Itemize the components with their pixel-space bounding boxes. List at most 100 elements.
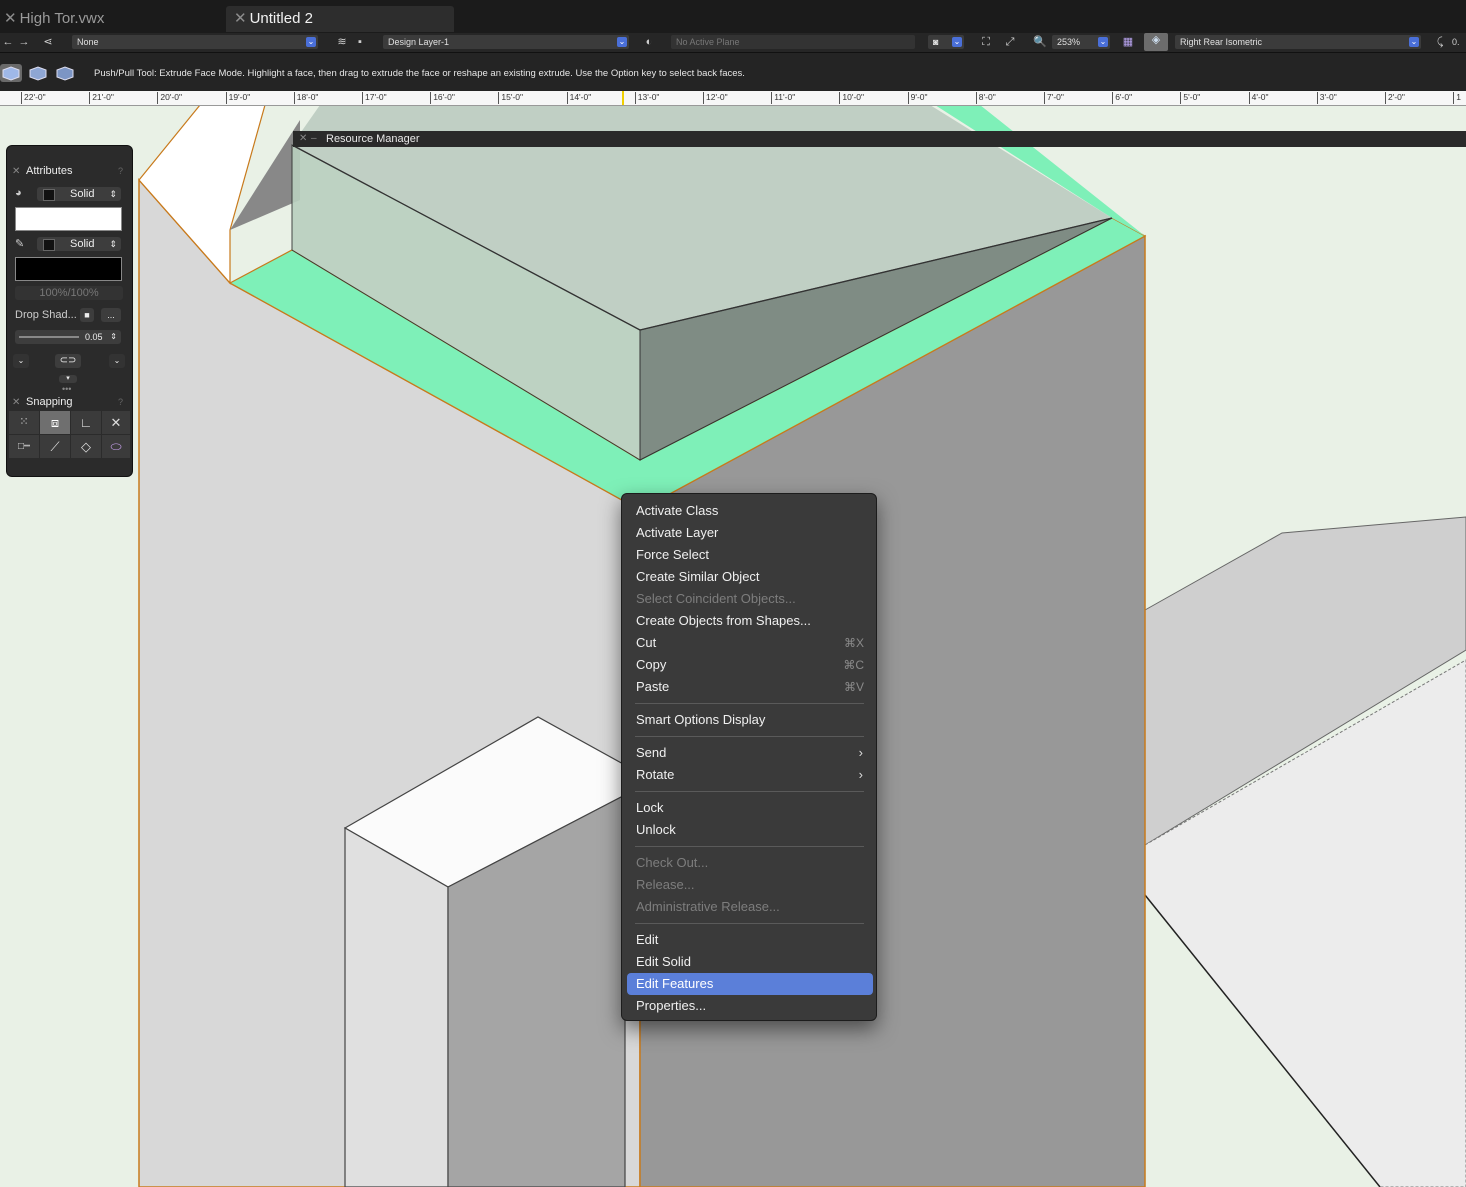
flyover-icon[interactable]: ⤹ bbox=[1432, 35, 1448, 49]
class-dropdown[interactable]: None ⌄ bbox=[72, 35, 318, 49]
menu-item-activate-layer[interactable]: Activate Layer bbox=[627, 522, 873, 544]
snap-to-object-icon[interactable]: ⧈ bbox=[40, 411, 70, 434]
active-plane-dropdown[interactable]: No Active Plane bbox=[671, 35, 915, 49]
context-menu: Activate Class Activate Layer Force Select… bbox=[621, 493, 877, 1021]
view-value: Right Rear Isometric bbox=[1180, 37, 1263, 47]
attributes-palette: ✕ Attributes ? ◕ Solid ⇕ ✎ Solid ⇕ 100%/… bbox=[7, 146, 132, 476]
working-plane-icon[interactable]: ▦ bbox=[1120, 35, 1136, 49]
snap-to-tangent-icon[interactable]: ◇ bbox=[71, 435, 101, 458]
attributes-title: Attributes bbox=[26, 165, 73, 177]
close-tab-icon[interactable]: ✕ bbox=[234, 7, 247, 31]
plane-icon[interactable]: ◐ bbox=[641, 35, 657, 49]
close-icon[interactable]: ✕ bbox=[12, 397, 20, 408]
menu-item-label: Select Coincident Objects... bbox=[636, 591, 796, 606]
tab-untitled-2[interactable]: ✕ Untitled 2 bbox=[226, 6, 454, 32]
snap-to-surface-icon[interactable]: ⬭ bbox=[102, 435, 130, 458]
horizontal-ruler[interactable]: 22'-0" 21'-0" 20'-0" 19'-0" 18'-0" 17'-0" 16'-… bbox=[0, 91, 1466, 106]
menu-item-force-select[interactable]: Force Select bbox=[627, 544, 873, 566]
extrude-face-mode-button[interactable] bbox=[0, 64, 22, 82]
tab-high-tor[interactable]: ✕ High Tor.vwx bbox=[4, 6, 104, 32]
fill-style-select[interactable]: Solid ⇕ bbox=[37, 187, 121, 201]
menu-item-administrative-release: Administrative Release... bbox=[627, 896, 873, 918]
ruler-label: 3'-0" bbox=[1316, 92, 1337, 104]
menu-item-activate-class[interactable]: Activate Class bbox=[627, 500, 873, 522]
drop-shadow-toggle[interactable]: ■ bbox=[80, 308, 94, 322]
help-icon[interactable]: ? bbox=[118, 397, 123, 407]
menu-item-cut[interactable]: Cut ⌘X bbox=[627, 632, 873, 654]
layer-options-icon[interactable]: ▪ bbox=[352, 35, 368, 49]
zoom-icon[interactable]: 🔍 bbox=[1032, 35, 1048, 49]
chevron-right-icon: › bbox=[858, 745, 863, 760]
ruler-label: 6'-0" bbox=[1112, 92, 1132, 104]
camera-icon: ◙ bbox=[933, 37, 939, 47]
menu-item-edit-features[interactable]: Edit Features bbox=[627, 973, 873, 995]
fit-to-objects-icon[interactable]: ⛶ bbox=[978, 35, 994, 49]
menu-item-smart-options-display[interactable]: Smart Options Display bbox=[627, 709, 873, 731]
menu-item-lock[interactable]: Lock bbox=[627, 797, 873, 819]
menu-item-label: Release... bbox=[636, 877, 695, 892]
ruler-label: 10'-0" bbox=[839, 92, 864, 104]
ruler-label: 18'-0" bbox=[293, 92, 318, 104]
close-icon[interactable]: ✕ bbox=[299, 131, 307, 147]
view-bar: ← → ⋖ None ⌄ ≋ ▪ Design Layer-1 ⌄ ◐ No A… bbox=[0, 33, 1466, 53]
smart-edge-icon[interactable]: ⟋ bbox=[40, 435, 70, 458]
sub-face-mode-button[interactable] bbox=[27, 64, 49, 82]
resource-manager-palette[interactable]: ✕ – Resource Manager bbox=[293, 131, 1466, 147]
fit-to-page-icon[interactable]: ⤢ bbox=[1002, 35, 1018, 49]
fill-color-swatch[interactable] bbox=[15, 207, 122, 231]
palette-title: Resource Manager bbox=[326, 133, 420, 145]
tab-label: Untitled 2 bbox=[249, 10, 313, 27]
menu-item-properties[interactable]: Properties... bbox=[627, 995, 873, 1017]
fill-style-value: Solid bbox=[70, 188, 95, 200]
forward-arrow-icon[interactable]: → bbox=[16, 35, 32, 49]
menu-item-create-objects-from-shapes[interactable]: Create Objects from Shapes... bbox=[627, 610, 873, 632]
chevron-down-icon: ⌄ bbox=[617, 37, 627, 47]
menu-separator bbox=[635, 791, 864, 792]
menu-item-label: Copy bbox=[636, 657, 667, 672]
menu-item-unlock[interactable]: Unlock bbox=[627, 819, 873, 841]
snap-to-angle-icon[interactable]: ∟ bbox=[71, 411, 101, 434]
back-arrow-icon[interactable]: ← bbox=[0, 35, 16, 49]
close-tab-icon[interactable]: ✕ bbox=[4, 7, 17, 31]
menu-item-create-similar-object[interactable]: Create Similar Object bbox=[627, 566, 873, 588]
class-value: None bbox=[77, 37, 99, 47]
snap-to-intersection-icon[interactable]: ✕ bbox=[102, 411, 130, 434]
snap-to-grid-icon[interactable]: ⁙ bbox=[9, 411, 39, 434]
layers-icon[interactable]: ≋ bbox=[334, 35, 350, 49]
pen-style-select[interactable]: Solid ⇕ bbox=[37, 237, 121, 251]
expand-icon[interactable]: ▾ bbox=[59, 375, 77, 383]
close-icon[interactable]: ✕ bbox=[12, 166, 20, 177]
menu-item-paste[interactable]: Paste ⌘V bbox=[627, 676, 873, 698]
standard-views-icon[interactable]: ◈ bbox=[1144, 33, 1168, 51]
thickness-slider[interactable]: 0.05 ⇕ bbox=[15, 330, 121, 344]
ruler-label: 16'-0" bbox=[430, 92, 455, 104]
share-icon[interactable]: ⋖ bbox=[40, 35, 56, 49]
menu-item-send[interactable]: Send › bbox=[627, 742, 873, 764]
chevron-right-icon: › bbox=[858, 767, 863, 782]
zoom-dropdown[interactable]: 253% ⌄ bbox=[1052, 35, 1110, 49]
menu-item-rotate[interactable]: Rotate › bbox=[627, 764, 873, 786]
link-icon[interactable]: ⊂⊃ bbox=[55, 354, 81, 368]
menu-item-release: Release... bbox=[627, 874, 873, 896]
divider-grip-icon[interactable]: ••• bbox=[62, 384, 71, 394]
ruler-label: 13'-0" bbox=[634, 92, 659, 104]
menu-item-edit-solid[interactable]: Edit Solid bbox=[627, 951, 873, 973]
drop-shadow-options-button[interactable]: ... bbox=[101, 308, 121, 322]
collapse-icon[interactable]: – bbox=[311, 131, 317, 147]
menu-item-copy[interactable]: Copy ⌘C bbox=[627, 654, 873, 676]
chevron-down-icon[interactable]: ⌄ bbox=[13, 354, 29, 368]
help-icon[interactable]: ? bbox=[118, 166, 123, 176]
render-mode-dropdown[interactable]: ◙ ⌄ bbox=[928, 35, 964, 49]
view-dropdown[interactable]: Right Rear Isometric ⌄ bbox=[1175, 35, 1421, 49]
pen-color-swatch[interactable] bbox=[15, 257, 122, 281]
ruler-label: 14'-0" bbox=[566, 92, 591, 104]
move-face-mode-button[interactable] bbox=[54, 64, 76, 82]
chevron-down-icon[interactable]: ⌄ bbox=[109, 354, 125, 368]
layer-dropdown[interactable]: Design Layer-1 ⌄ bbox=[383, 35, 629, 49]
menu-item-edit[interactable]: Edit bbox=[627, 929, 873, 951]
opacity-field[interactable]: 100%/100% bbox=[15, 286, 123, 300]
menu-item-label: Check Out... bbox=[636, 855, 709, 870]
ruler-label: 8'-0" bbox=[975, 92, 996, 104]
smart-points-icon[interactable]: □┅ bbox=[9, 435, 39, 458]
snapping-title: Snapping bbox=[26, 396, 73, 408]
